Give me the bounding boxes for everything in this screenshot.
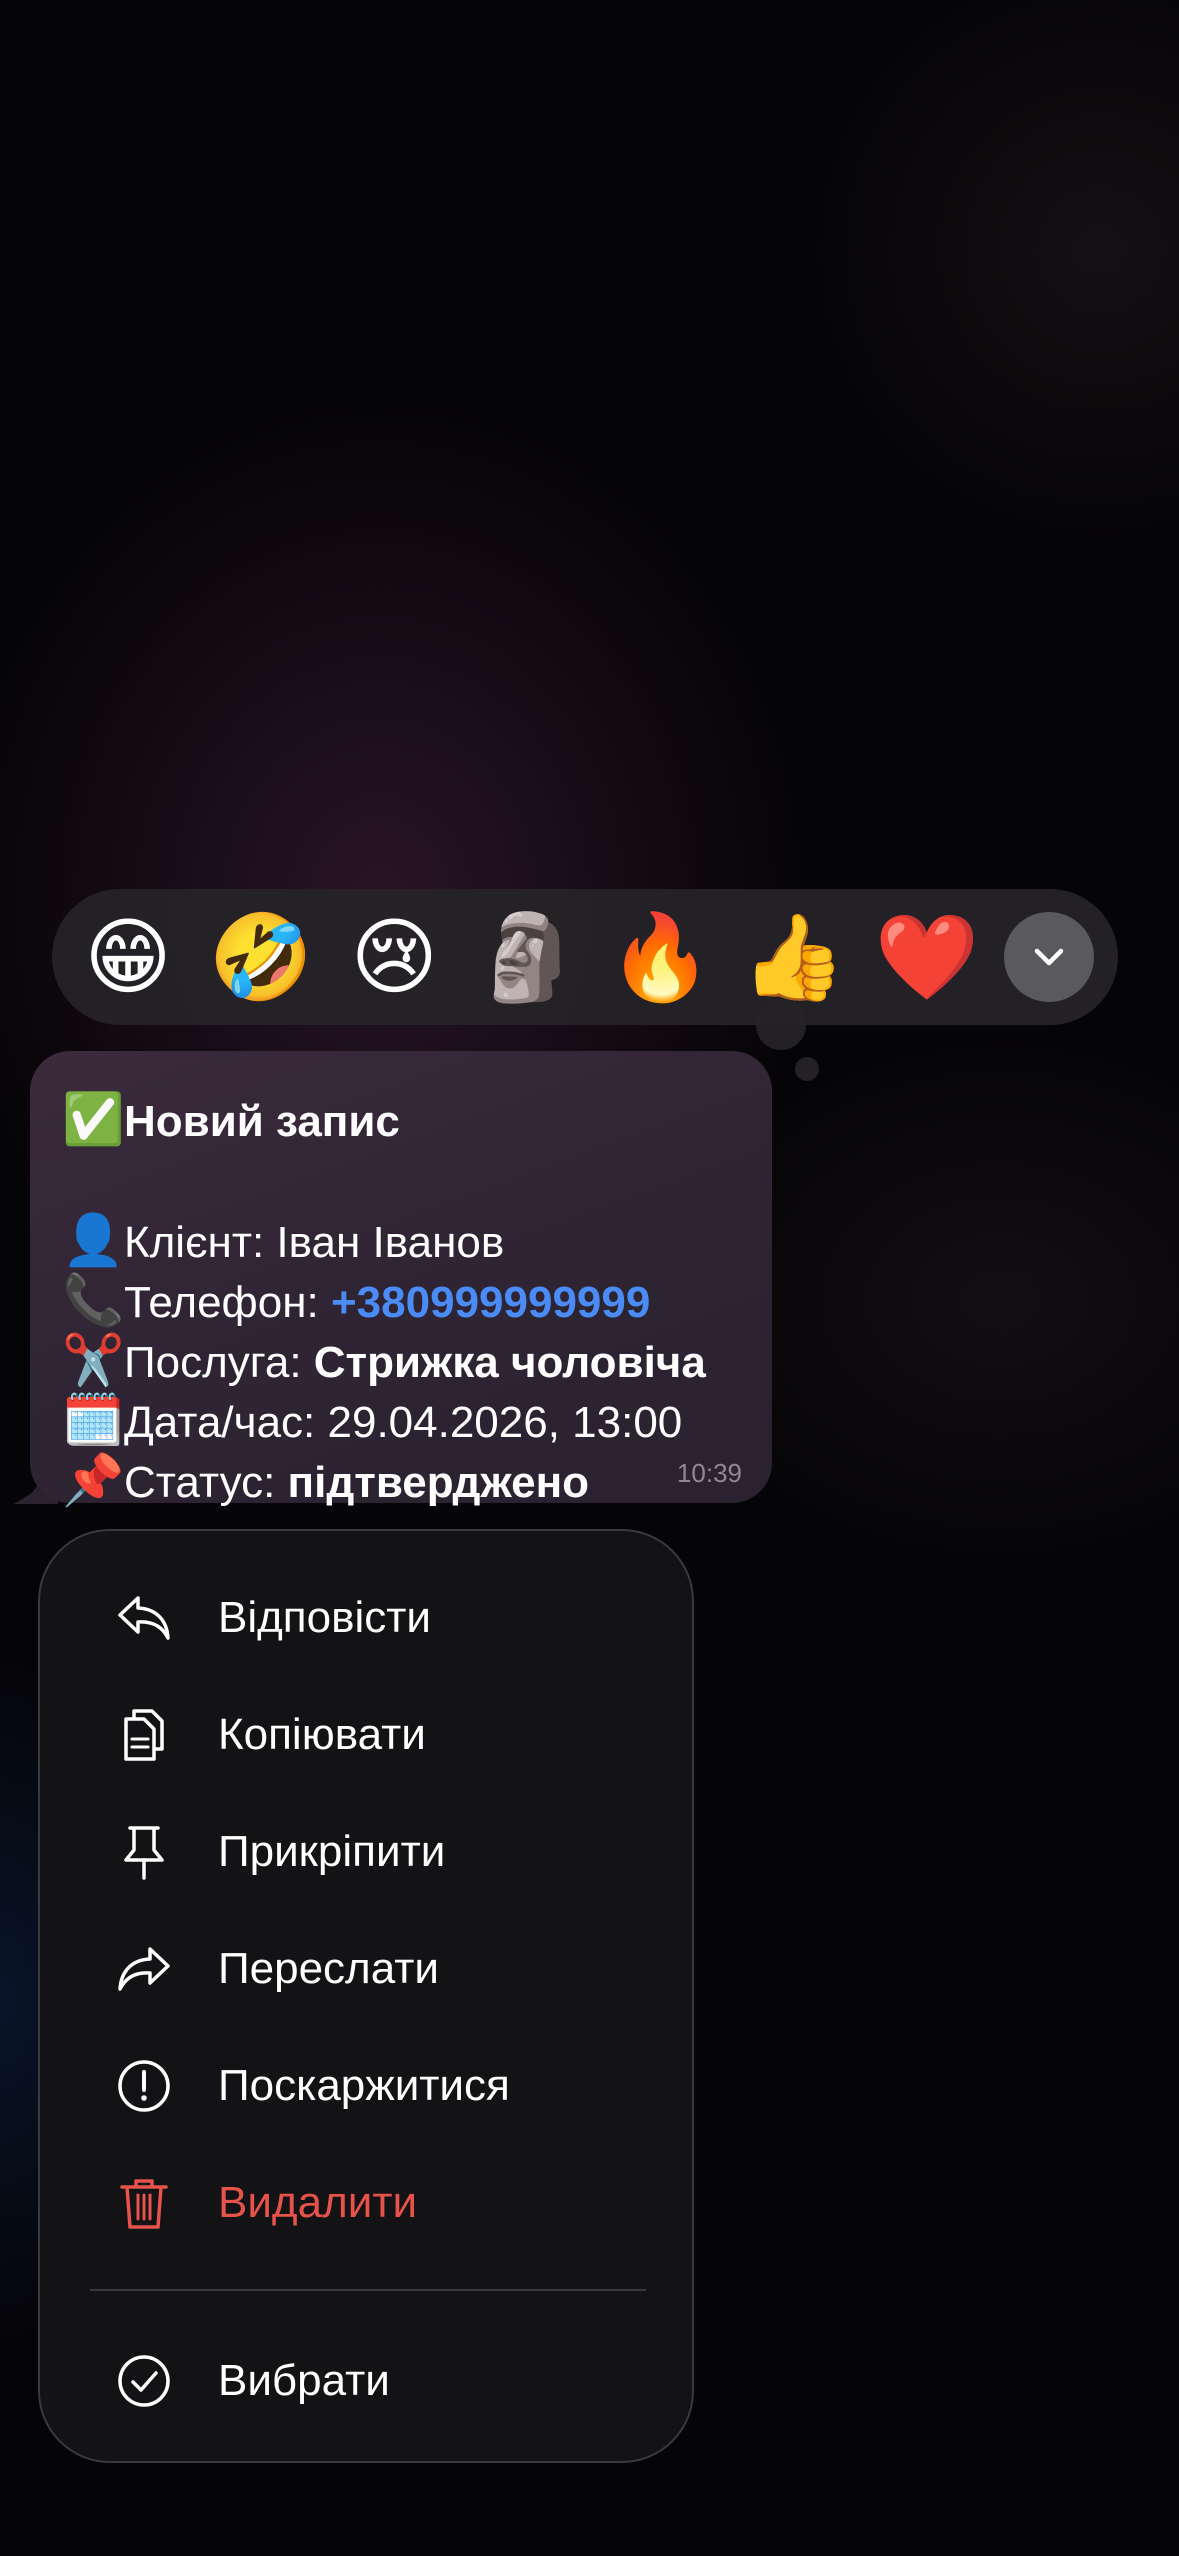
status-label: Статус: <box>124 1458 288 1507</box>
reaction-crying-face[interactable]: 😢 <box>338 901 450 1013</box>
reaction-grinning-face[interactable]: 😁 <box>72 901 184 1013</box>
menu-divider <box>90 2289 646 2291</box>
exclamation-circle-icon <box>112 2054 176 2118</box>
client-text: Клієнт: Іван Іванов <box>124 1218 505 1267</box>
service-value: Стрижка чоловіча <box>313 1338 706 1387</box>
context-menu: Відповісти Копіювати Прикріпити Переслат… <box>38 1529 694 2463</box>
message-client-line: 👤Клієнт: Іван Іванов <box>62 1212 504 1271</box>
menu-label-pin: Прикріпити <box>218 1827 446 1876</box>
date-text: Дата/час: 29.04.2026, 13:00 <box>124 1398 683 1447</box>
trash-icon <box>112 2171 176 2235</box>
message-phone-line: 📞Телефон: +380999999999 <box>62 1272 650 1331</box>
message-status-line: 📌Статус: підтверджено <box>62 1452 589 1511</box>
menu-item-select[interactable]: Вибрати <box>40 2331 692 2431</box>
reaction-bar-tail <box>756 1000 806 1050</box>
menu-label-copy: Копіювати <box>218 1710 426 1759</box>
reaction-moai[interactable]: 🗿 <box>471 901 583 1013</box>
menu-item-delete[interactable]: Видалити <box>40 2153 692 2253</box>
chevron-down-icon <box>1034 948 1064 966</box>
check-circle-icon <box>112 2349 176 2413</box>
reaction-bar-tail-dot <box>795 1057 819 1081</box>
check-mark-icon: ✅ <box>62 1091 125 1147</box>
menu-item-forward[interactable]: Переслати <box>40 1919 692 2019</box>
phone-label: Телефон: <box>124 1278 331 1327</box>
menu-label-delete: Видалити <box>218 2178 418 2227</box>
scissors-icon: ✂️ <box>62 1332 125 1388</box>
pin-icon <box>112 1820 176 1884</box>
expand-reactions-button[interactable] <box>1003 912 1094 1002</box>
menu-label-reply: Відповісти <box>218 1593 431 1642</box>
person-icon: 👤 <box>62 1212 125 1268</box>
pushpin-icon: 📌 <box>62 1452 125 1508</box>
menu-item-reply[interactable]: Відповісти <box>40 1568 692 1668</box>
message-date-line: 🗓️Дата/час: 29.04.2026, 13:00 <box>62 1392 682 1451</box>
menu-label-forward: Переслати <box>218 1944 439 1993</box>
copy-icon <box>112 1703 176 1767</box>
menu-label-select: Вибрати <box>218 2356 390 2405</box>
forward-icon <box>112 1937 176 2001</box>
reaction-rolling-laughing[interactable]: 🤣 <box>205 901 317 1013</box>
message-title-line: ✅Новий запис <box>62 1091 400 1150</box>
phone-icon: 📞 <box>62 1272 125 1328</box>
message-title: Новий запис <box>124 1097 400 1146</box>
message-timestamp: 10:39 <box>676 1458 742 1488</box>
phone-link[interactable]: +380999999999 <box>331 1278 650 1327</box>
message-bubble[interactable]: ✅Новий запис 👤Клієнт: Іван Іванов 📞Телеф… <box>30 1051 772 1508</box>
menu-item-pin[interactable]: Прикріпити <box>40 1802 692 1902</box>
menu-item-copy[interactable]: Копіювати <box>40 1685 692 1785</box>
reaction-fire[interactable]: 🔥 <box>605 901 717 1013</box>
reply-icon <box>112 1586 176 1650</box>
service-label: Послуга: <box>124 1338 314 1387</box>
reaction-red-heart[interactable]: ❤️ <box>871 901 983 1013</box>
reaction-thumbs-up[interactable]: 👍 <box>738 901 850 1013</box>
menu-item-report[interactable]: Поскаржитися <box>40 2036 692 2136</box>
message-service-line: ✂️Послуга: Стрижка чоловіча <box>62 1332 706 1391</box>
reaction-bar: 😁 🤣 😢 🗿 🔥 👍 ❤️ <box>52 889 1118 1025</box>
calendar-icon: 🗓️ <box>62 1392 125 1448</box>
menu-label-report: Поскаржитися <box>218 2061 510 2110</box>
status-value: підтверджено <box>287 1458 590 1507</box>
